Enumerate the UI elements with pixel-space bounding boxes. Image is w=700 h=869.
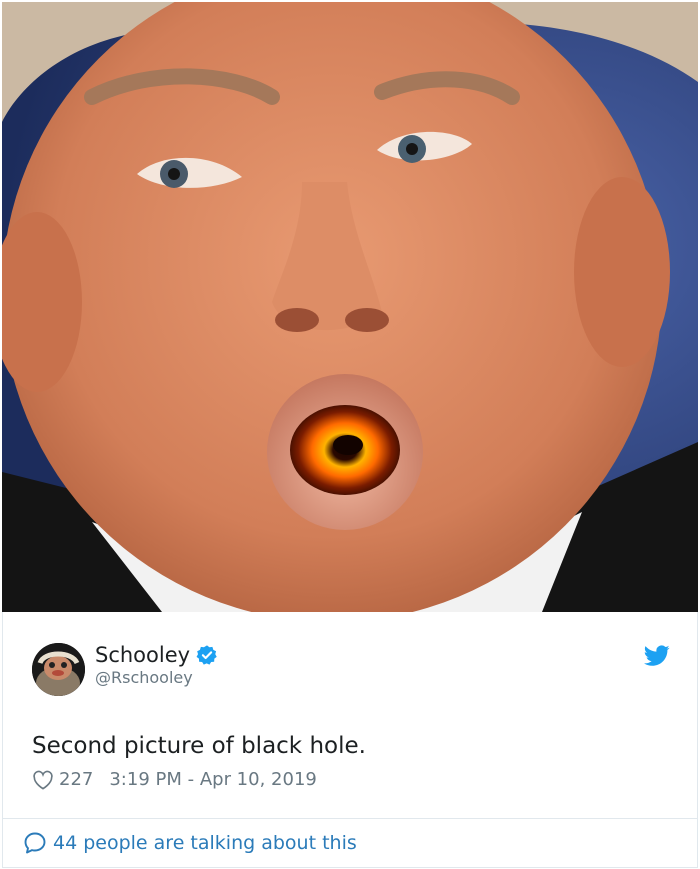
author-name-row[interactable]: Schooley [95,642,218,668]
avatar[interactable] [32,643,85,696]
tweet-text: Second picture of black hole. [32,733,366,759]
like-count[interactable]: 227 [59,767,93,793]
tweet-header: Schooley @Rschooley [32,641,672,701]
talking-text[interactable]: 44 people are talking about this [53,830,357,856]
verified-badge-icon [196,644,218,666]
divider [3,818,697,819]
tweet-timestamp[interactable]: 3:19 PM - Apr 10, 2019 [109,767,316,793]
conversation-link[interactable]: 44 people are talking about this [23,830,357,856]
tweet-photo[interactable] [2,2,698,612]
author-handle[interactable]: @Rschooley [95,668,193,688]
heart-icon[interactable] [32,770,54,790]
author-name[interactable]: Schooley [95,642,190,668]
tweet-meta: 227 3:19 PM - Apr 10, 2019 [32,767,317,793]
twitter-bird-icon[interactable] [644,645,670,667]
speech-bubble-icon [23,831,47,855]
